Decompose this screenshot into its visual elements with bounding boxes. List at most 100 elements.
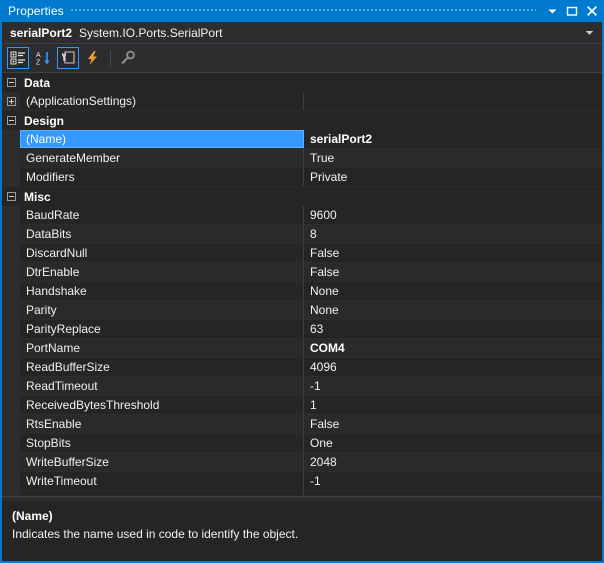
property-name	[20, 491, 304, 496]
property-name[interactable]: WriteBufferSize	[20, 453, 304, 471]
property-name[interactable]: PortName	[20, 339, 304, 357]
property-value[interactable]: COM4	[304, 339, 602, 357]
property-name[interactable]: (Name)	[20, 130, 304, 148]
property-name[interactable]: ParityReplace	[20, 320, 304, 338]
property-name[interactable]: Handshake	[20, 282, 304, 300]
property-name[interactable]: DiscardNull	[20, 244, 304, 262]
property-value[interactable]: 2048	[304, 453, 602, 471]
row-gutter	[2, 301, 20, 319]
svg-text:A: A	[36, 52, 41, 59]
property-row[interactable]: Parity None	[2, 301, 602, 320]
properties-toolbar: A Z	[2, 44, 602, 73]
titlebar-drag-grip[interactable]	[69, 0, 536, 22]
collapse-minus-icon[interactable]	[6, 78, 16, 87]
alphabetical-button[interactable]: A Z	[32, 47, 54, 69]
property-value[interactable]: False	[304, 415, 602, 433]
property-row[interactable]: (Name) serialPort2	[2, 130, 602, 149]
property-name[interactable]: (ApplicationSettings)	[20, 92, 304, 110]
property-pages-button[interactable]	[116, 47, 138, 69]
category-label[interactable]: Misc	[20, 187, 304, 206]
property-row[interactable]: Handshake None	[2, 282, 602, 301]
property-value[interactable]: True	[304, 149, 602, 167]
category-row[interactable]: Design	[2, 111, 602, 130]
category-row[interactable]: Data	[2, 73, 602, 92]
property-row[interactable]: BaudRate 9600	[2, 206, 602, 225]
property-row[interactable]: ReadTimeout -1	[2, 377, 602, 396]
category-label[interactable]: Design	[20, 111, 304, 130]
property-value[interactable]: serialPort2	[304, 130, 602, 148]
property-value	[304, 111, 602, 130]
category-row[interactable]: Misc	[2, 187, 602, 206]
property-value[interactable]: None	[304, 282, 602, 300]
property-row[interactable]: WriteTimeout -1	[2, 472, 602, 491]
property-value[interactable]: 4096	[304, 358, 602, 376]
property-name[interactable]: Modifiers	[20, 168, 304, 186]
property-name[interactable]: Parity	[20, 301, 304, 319]
window-titlebar: Properties	[2, 0, 602, 22]
property-row[interactable]: RtsEnable False	[2, 415, 602, 434]
property-value[interactable]	[304, 92, 602, 110]
property-name[interactable]: RtsEnable	[20, 415, 304, 433]
property-row[interactable]: PortName COM4	[2, 339, 602, 358]
property-value[interactable]: Private	[304, 168, 602, 186]
property-value[interactable]: 9600	[304, 206, 602, 224]
chevron-down-icon[interactable]	[582, 26, 596, 40]
maximize-button[interactable]	[562, 1, 582, 21]
row-gutter	[2, 263, 20, 281]
svg-text:Z: Z	[36, 60, 41, 67]
property-row[interactable]: WriteBufferSize 2048	[2, 453, 602, 472]
collapse-minus-icon[interactable]	[6, 116, 16, 125]
property-value[interactable]: False	[304, 263, 602, 281]
window-title: Properties	[8, 4, 64, 18]
collapse-minus-icon[interactable]	[6, 192, 16, 201]
property-row[interactable]: GenerateMember True	[2, 149, 602, 168]
property-name[interactable]: ReceivedBytesThreshold	[20, 396, 304, 414]
category-label[interactable]: Data	[20, 73, 304, 92]
events-button[interactable]	[82, 47, 104, 69]
property-value[interactable]: -1	[304, 377, 602, 395]
property-value[interactable]: 8	[304, 225, 602, 243]
property-value[interactable]: 1	[304, 396, 602, 414]
row-gutter	[2, 168, 20, 186]
property-row[interactable]: StopBits One	[2, 434, 602, 453]
properties-button[interactable]	[57, 47, 79, 69]
property-name[interactable]: BaudRate	[20, 206, 304, 224]
row-gutter	[2, 225, 20, 243]
property-name[interactable]: WriteTimeout	[20, 472, 304, 490]
property-row[interactable]: DtrEnable False	[2, 263, 602, 282]
close-button[interactable]	[582, 1, 602, 21]
property-value[interactable]: 63	[304, 320, 602, 338]
property-name[interactable]: DtrEnable	[20, 263, 304, 281]
row-gutter[interactable]	[2, 111, 20, 130]
property-name[interactable]: GenerateMember	[20, 149, 304, 167]
property-row[interactable]: (ApplicationSettings)	[2, 92, 602, 111]
row-gutter[interactable]	[2, 187, 20, 206]
property-row[interactable]: Modifiers Private	[2, 168, 602, 187]
property-name[interactable]: DataBits	[20, 225, 304, 243]
property-row[interactable]: ParityReplace 63	[2, 320, 602, 339]
row-gutter	[2, 396, 20, 414]
selected-object-header[interactable]: serialPort2 System.IO.Ports.SerialPort	[2, 22, 602, 44]
property-row[interactable]: DiscardNull False	[2, 244, 602, 263]
window-dropdown-button[interactable]	[542, 1, 562, 21]
property-row[interactable]: DataBits 8	[2, 225, 602, 244]
property-value[interactable]: One	[304, 434, 602, 452]
categorized-button[interactable]	[7, 47, 29, 69]
property-value[interactable]: -1	[304, 472, 602, 490]
row-gutter[interactable]	[2, 73, 20, 92]
row-gutter	[2, 282, 20, 300]
row-gutter	[2, 415, 20, 433]
row-gutter	[2, 453, 20, 471]
properties-window: Properties serialPort2 System.IO.Ports.S…	[0, 0, 604, 563]
property-value[interactable]: None	[304, 301, 602, 319]
property-value[interactable]: False	[304, 244, 602, 262]
property-name[interactable]: ReadBufferSize	[20, 358, 304, 376]
property-name[interactable]: StopBits	[20, 434, 304, 452]
expand-plus-icon[interactable]	[6, 96, 16, 106]
property-grid[interactable]: Data (ApplicationSettings) Design (Name) ser…	[2, 73, 602, 496]
row-gutter[interactable]	[2, 92, 20, 110]
property-row[interactable]: ReceivedBytesThreshold 1	[2, 396, 602, 415]
property-name[interactable]: ReadTimeout	[20, 377, 304, 395]
description-pane: (Name) Indicates the name used in code t…	[2, 501, 602, 561]
property-row[interactable]: ReadBufferSize 4096	[2, 358, 602, 377]
